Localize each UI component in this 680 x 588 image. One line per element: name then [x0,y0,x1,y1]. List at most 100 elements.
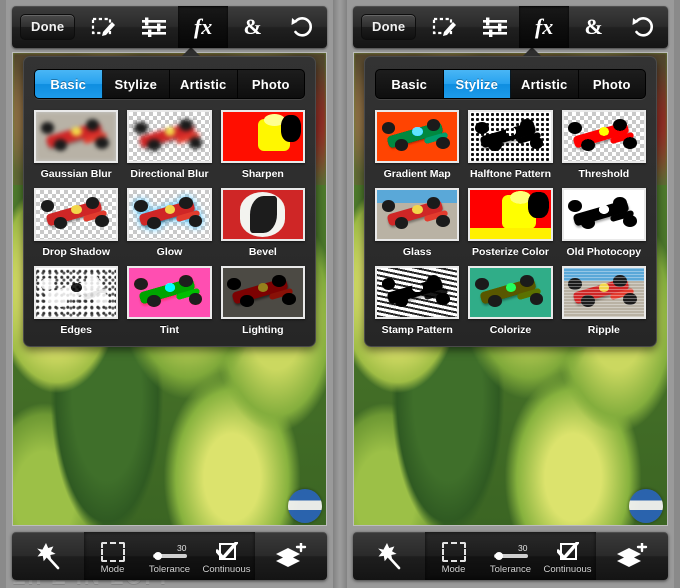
filter-thumbnail[interactable] [468,110,553,163]
magic-wand-button[interactable] [353,532,425,580]
tolerance-slider-knob[interactable] [494,552,503,560]
filter-item[interactable]: Ripple [561,266,646,336]
filter-item[interactable]: Old Photocopy [561,188,646,258]
continuous-toggle[interactable]: Continuous [539,532,596,580]
tab-basic[interactable]: Basic [35,70,103,98]
filter-item[interactable]: Bevel [220,188,305,258]
filter-category-tabs: Basic Stylize Artistic Photo [375,69,646,99]
filter-item[interactable]: Edges [34,266,119,336]
filter-item[interactable]: Sharpen [220,110,305,180]
filter-label: Tint [159,324,180,336]
undo-button[interactable] [618,6,668,48]
filter-item[interactable]: Gradient Map [375,110,460,180]
tab-basic[interactable]: Basic [376,70,444,98]
filter-item[interactable]: Glow [127,188,212,258]
filter-thumbnail[interactable] [375,266,460,319]
fx-tool-button[interactable]: fx [178,6,228,48]
adjustments-tool-button[interactable] [129,6,179,48]
filter-thumbnail[interactable] [220,110,305,163]
filter-item[interactable]: Directional Blur [127,110,212,180]
fx-tool-button[interactable]: fx [519,6,569,48]
add-layer-button[interactable] [596,532,668,580]
selection-pencil-icon [91,17,116,36]
screenshot-divider [333,0,347,588]
filter-item[interactable]: Drop Shadow [34,188,119,258]
filter-item[interactable]: Glass [375,188,460,258]
continuous-toggle[interactable]: Continuous [198,532,255,580]
undo-icon [291,17,313,37]
tolerance-slider-knob[interactable] [153,552,162,560]
filter-thumbnail[interactable] [127,266,212,319]
filter-thumbnail[interactable] [34,110,119,163]
adjustments-icon [141,17,166,37]
fx-icon: fx [193,14,213,39]
filter-item[interactable]: Threshold [561,110,646,180]
filter-thumbnail[interactable] [375,188,460,241]
filter-label: Threshold [578,168,630,180]
filter-item[interactable]: Posterize Color [468,188,553,258]
tab-stylize[interactable]: Stylize [443,70,511,98]
filter-thumbnail[interactable] [127,188,212,241]
tab-stylize[interactable]: Stylize [103,70,170,98]
blend-icon: & [584,14,603,39]
filter-item[interactable]: Stamp Pattern [375,266,460,336]
magic-wand-icon [378,543,401,570]
filter-thumbnail[interactable] [220,188,305,241]
tolerance-control[interactable]: 30 Tolerance [141,532,198,580]
phone-screenshot-left: Donefx&LIFE IN LOFIBasicStylizeArtisticP… [6,0,333,588]
selection-tool-button[interactable] [420,6,470,48]
tolerance-control[interactable]: 30 Tolerance [482,532,539,580]
filter-label: Drop Shadow [42,246,110,258]
filter-thumbnail[interactable] [468,266,553,319]
tolerance-slider[interactable] [152,552,187,560]
add-layer-icon [617,543,648,567]
blend-icon: & [243,14,262,39]
tab-photo[interactable]: Photo [238,70,305,98]
filter-thumbnail[interactable] [375,110,460,163]
tab-artistic[interactable]: Artistic [170,70,238,98]
tolerance-slider[interactable] [493,552,528,560]
magic-wand-button[interactable] [12,532,84,580]
selection-tool-button[interactable] [79,6,129,48]
popover-caret [523,47,541,56]
tab-photo[interactable]: Photo [579,70,646,98]
filter-label: Gradient Map [383,168,451,180]
filter-item[interactable]: Lighting [220,266,305,336]
continuous-label: Continuous [543,564,592,575]
add-layer-button[interactable] [255,532,327,580]
mode-button[interactable]: Mode [425,532,482,580]
done-button[interactable]: Done [361,14,417,40]
fx-filter-popover: Basic Stylize Artistic Photo Gaussian Blur Di… [23,56,316,347]
top-toolbar: Done fx & [353,6,668,48]
filter-label: Glow [156,246,183,258]
filter-thumbnail[interactable] [34,188,119,241]
blend-tool-button[interactable]: & [228,6,278,48]
undo-icon [632,17,654,37]
selection-mode-icon [441,542,466,562]
filter-grid: Gradient Map Halftone Pattern Threshold Gla… [375,110,646,336]
filter-thumbnail[interactable] [561,110,646,163]
filter-thumbnail[interactable] [561,266,646,319]
mode-label: Mode [100,564,125,575]
filter-label: Colorize [489,324,532,336]
filter-thumbnail[interactable] [220,266,305,319]
done-button[interactable]: Done [20,14,76,40]
filter-label: Edges [60,324,92,336]
filter-thumbnail[interactable] [34,266,119,319]
popover-caret [182,47,200,56]
filter-thumbnail[interactable] [127,110,212,163]
mode-button[interactable]: Mode [84,532,141,580]
filter-item[interactable]: Gaussian Blur [34,110,119,180]
filter-item[interactable]: Tint [127,266,212,336]
tab-artistic[interactable]: Artistic [511,70,579,98]
filter-label: Ripple [587,324,620,336]
filter-thumbnail[interactable] [561,188,646,241]
blend-tool-button[interactable]: & [569,6,619,48]
filter-label: Old Photocopy [566,246,642,258]
undo-button[interactable] [277,6,327,48]
filter-item[interactable]: Colorize [468,266,553,336]
filter-item[interactable]: Halftone Pattern [468,110,553,180]
filter-label: Bevel [248,246,277,258]
adjustments-tool-button[interactable] [470,6,520,48]
filter-thumbnail[interactable] [468,188,553,241]
